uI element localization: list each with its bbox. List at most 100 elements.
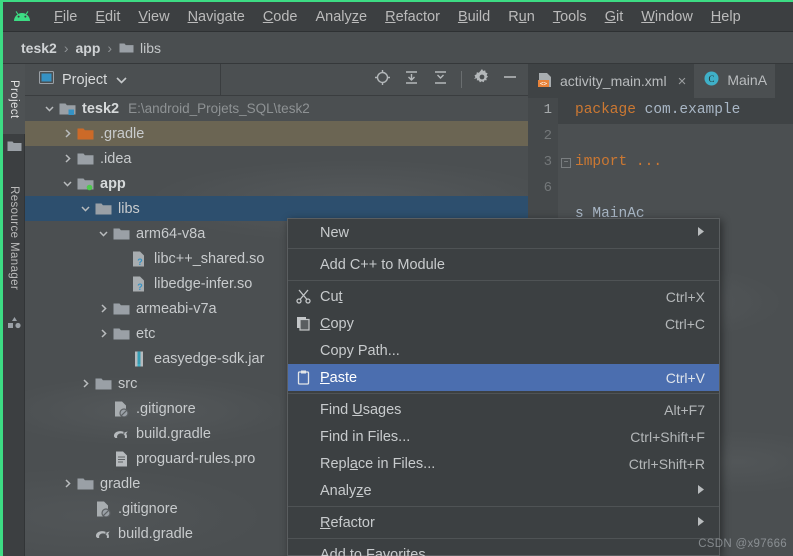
tree-row[interactable]: .idea	[25, 146, 528, 171]
menu-refactor[interactable]: Refactor	[376, 6, 449, 28]
close-icon[interactable]: ×	[678, 73, 687, 90]
folder-icon	[6, 138, 22, 154]
locate-target-icon[interactable]	[374, 69, 391, 91]
menu-item-label: Add C++ to Module	[320, 256, 445, 273]
toolbar-divider	[461, 71, 462, 88]
menu-item-cut[interactable]: Cut Ctrl+X	[288, 283, 719, 310]
context-menu[interactable]: New Add C++ to Module Cut Ctrl+X Copy Ctrl+C C…	[287, 218, 720, 556]
menu-item-shortcut: Ctrl+V	[665, 369, 705, 386]
svg-text:?: ?	[137, 257, 143, 267]
tree-row-label: proguard-rules.pro	[136, 450, 256, 467]
menu-run[interactable]: Run	[499, 6, 544, 28]
chevron-down-icon[interactable]	[61, 177, 74, 190]
expand-all-icon[interactable]	[403, 69, 420, 91]
editor-tab-label: MainA	[727, 72, 768, 88]
menu-navigate[interactable]: Navigate	[179, 6, 254, 28]
tree-row[interactable]: tesk2 E:\android_Projets_SQL\tesk2	[25, 96, 528, 121]
tree-row-label: libs	[118, 200, 140, 217]
menu-item-label: New	[320, 224, 350, 241]
code-token: import ...	[575, 154, 663, 170]
editor-tab-label: activity_main.xml	[560, 73, 667, 89]
tree-row-label: libc++_shared.so	[154, 250, 265, 267]
menu-separator	[288, 393, 719, 394]
tree-row-label: easyedge-sdk.jar	[154, 350, 265, 367]
tree-row-label: tesk2	[82, 100, 120, 117]
code-token: com.example	[635, 102, 741, 118]
chevron-right-icon[interactable]	[61, 152, 74, 165]
menu-item-replace-in-files[interactable]: Replace in Files... Ctrl+Shift+R	[288, 450, 719, 477]
menu-bar: File Edit View Navigate Code Analyze Refactor B…	[3, 2, 793, 32]
menu-item-label: Find Usages	[320, 401, 402, 418]
editor-tab-activity-main-xml[interactable]: <> activity_main.xml ×	[528, 64, 695, 98]
gitignore-file-icon	[95, 500, 112, 517]
menu-tools[interactable]: Tools	[544, 6, 596, 28]
hide-minimize-icon[interactable]	[502, 69, 518, 90]
code-line: import ...	[575, 154, 662, 170]
copy-icon	[295, 316, 311, 332]
menu-item-analyze[interactable]: Analyze	[288, 477, 719, 504]
submenu-arrow-icon[interactable]	[696, 483, 706, 499]
menu-git[interactable]: Git	[596, 6, 633, 28]
android-logo-icon	[11, 9, 33, 25]
chevron-right-icon[interactable]	[97, 327, 110, 340]
menu-item-paste[interactable]: Paste Ctrl+V	[288, 364, 719, 391]
chevron-right-icon[interactable]	[79, 377, 92, 390]
breadcrumb: tesk2 › app › libs	[3, 32, 793, 64]
chevron-right-icon[interactable]	[61, 127, 74, 140]
tree-row-label: src	[118, 375, 138, 392]
unknown-file-icon: ?	[131, 275, 148, 292]
menu-window[interactable]: Window	[632, 6, 702, 28]
menu-item-add-to-favorites[interactable]: Add to Favorites	[288, 541, 719, 556]
tree-row[interactable]: .gradle	[25, 121, 528, 146]
menu-code[interactable]: Code	[254, 6, 307, 28]
menu-item-refactor[interactable]: Refactor	[288, 509, 719, 536]
collapse-all-icon[interactable]	[432, 69, 449, 91]
chevron-down-icon[interactable]	[97, 227, 110, 240]
menu-analyze[interactable]: Analyze	[307, 6, 377, 28]
tree-row[interactable]: app	[25, 171, 528, 196]
menu-bar-items: File Edit View Navigate Code Analyze Refactor B…	[45, 6, 750, 28]
breadcrumb-separator: ›	[63, 39, 69, 56]
menu-build[interactable]: Build	[449, 6, 499, 28]
breadcrumb-item-project[interactable]: tesk2	[21, 40, 57, 56]
breadcrumb-item-module[interactable]: app	[75, 40, 100, 56]
sidebar-item-project[interactable]: Project	[3, 64, 25, 134]
tree-row-label: .idea	[100, 150, 132, 167]
submenu-arrow-icon[interactable]	[696, 225, 706, 241]
menu-item-label: Copy Path...	[320, 342, 400, 359]
folder-icon	[113, 300, 130, 317]
tree-row-label: app	[100, 175, 126, 192]
chevron-right-icon[interactable]	[61, 477, 74, 490]
code-fold-toggle-icon[interactable]: −	[561, 158, 571, 168]
chevron-down-icon[interactable]	[43, 102, 56, 115]
menu-item-label: Copy	[320, 315, 354, 332]
project-view-selector[interactable]: Project	[25, 64, 221, 96]
menu-item-add-c-to-module[interactable]: Add C++ to Module	[288, 251, 719, 278]
breadcrumb-item-folder[interactable]: libs	[140, 40, 161, 56]
menu-item-find-in-files[interactable]: Find in Files... Ctrl+Shift+F	[288, 423, 719, 450]
menu-file[interactable]: File	[45, 6, 86, 28]
sidebar-item-resource-manager[interactable]: Resource Manager	[3, 168, 25, 308]
settings-gear-icon[interactable]	[474, 69, 490, 90]
tree-row-label: .gitignore	[136, 400, 196, 417]
chevron-right-icon[interactable]	[97, 302, 110, 315]
editor-tab-main-activity[interactable]: C MainA	[694, 64, 776, 98]
folder-icon	[95, 200, 112, 217]
tree-row-path: E:\android_Projets_SQL\tesk2	[128, 101, 310, 116]
menu-item-new[interactable]: New	[288, 219, 719, 246]
menu-separator	[288, 280, 719, 281]
submenu-arrow-icon[interactable]	[696, 515, 706, 531]
chevron-down-icon[interactable]	[116, 71, 127, 89]
menu-view[interactable]: View	[129, 6, 178, 28]
menu-help[interactable]: Help	[702, 6, 750, 28]
chevron-down-icon[interactable]	[79, 202, 92, 215]
menu-item-copy[interactable]: Copy Ctrl+C	[288, 310, 719, 337]
menu-item-find-usages[interactable]: Find Usages Alt+F7	[288, 396, 719, 423]
unknown-file-icon: ?	[131, 250, 148, 267]
menu-item-shortcut: Alt+F7	[664, 401, 705, 418]
menu-separator	[288, 248, 719, 249]
menu-edit[interactable]: Edit	[86, 6, 129, 28]
menu-item-copy-path[interactable]: Copy Path...	[288, 337, 719, 364]
